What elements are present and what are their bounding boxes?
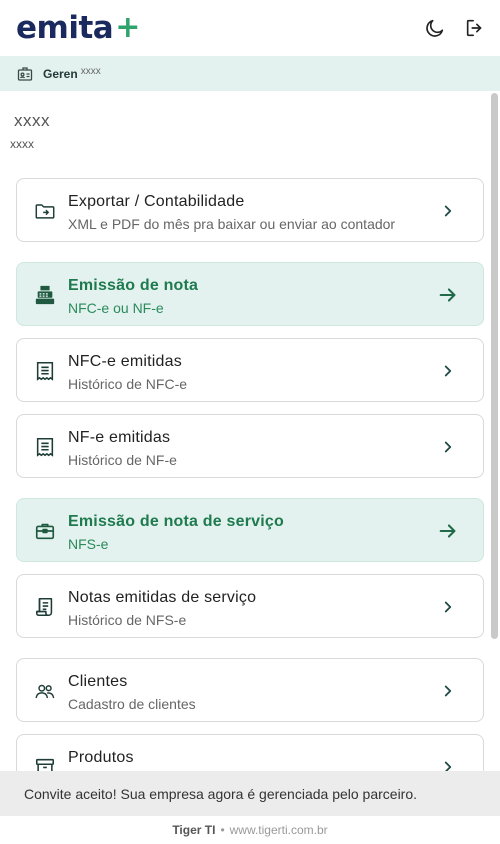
arrow-right-icon	[437, 284, 459, 306]
main-content: xxxx xxxx Exportar / Contabilidade XML e…	[0, 91, 500, 771]
menu-card-title: Emissão de nota de serviço	[68, 513, 284, 530]
menu-card-title: Emissão de nota	[68, 277, 199, 294]
menu-card-subtitle: NFS-e	[68, 536, 109, 552]
menu-card-subtitle: Cadastro de clientes	[68, 696, 196, 712]
menu-card-subtitle: Histórico de NF-e	[68, 452, 177, 468]
menu-card-title: Notas emitidas de serviço	[68, 589, 257, 606]
top-header: emita +	[0, 0, 500, 56]
scrollbar[interactable]	[491, 93, 498, 639]
menu-card-title: Clientes	[68, 673, 128, 690]
arrow-right-icon	[437, 520, 459, 542]
company-subtitle: xxxx	[10, 137, 34, 151]
menu-card-clientes[interactable]: Clientes Cadastro de clientes	[16, 658, 484, 722]
cash-register-icon	[34, 284, 56, 306]
box-icon	[34, 756, 56, 771]
menu-card-subtitle: NFC-e ou NF-e	[68, 300, 164, 316]
moon-icon	[426, 19, 444, 37]
theme-toggle-button[interactable]	[422, 15, 448, 41]
menu-card-title: NFC-e emitidas	[68, 353, 182, 370]
menu-card-nfe-emitidas[interactable]: NF-e emitidas Histórico de NF-e	[16, 414, 484, 478]
chevron-right-icon	[437, 596, 459, 618]
receipt-list-icon	[34, 360, 56, 382]
toast-notification: Convite aceito! Sua empresa agora é gere…	[0, 771, 500, 816]
app-page: emita + Geren xxxx xxxx xxxx Exportar / C…	[0, 0, 500, 844]
header-actions	[422, 15, 488, 41]
menu-card-title: NF-e emitidas	[68, 429, 171, 446]
menu-card-notas-servico[interactable]: Notas emitidas de serviço Histórico de N…	[16, 574, 484, 638]
logo-text: emita	[16, 9, 114, 46]
logout-icon	[466, 19, 482, 37]
menu-card-subtitle: Histórico de NFS-e	[68, 612, 187, 628]
menu-card-exportar[interactable]: Exportar / Contabilidade XML e PDF do mê…	[16, 178, 484, 242]
logout-button[interactable]	[462, 15, 488, 41]
role-label: Geren	[43, 66, 78, 81]
briefcase-icon	[34, 520, 56, 542]
menu-card-subtitle: Histórico de NFC-e	[68, 376, 188, 392]
company-name: xxxx	[14, 111, 50, 130]
menu-card-emissao-servico[interactable]: Emissão de nota de serviço NFS-e	[16, 498, 484, 562]
users-icon	[34, 680, 56, 702]
footer-brand: Tiger TI	[172, 823, 216, 837]
menu-card-title: Produtos	[68, 749, 134, 766]
footer-url-link[interactable]: www.tigerti.com.br	[230, 823, 328, 837]
role-bar: Geren xxxx	[0, 56, 500, 91]
footer-separator: •	[220, 823, 225, 837]
footer: Tiger TI • www.tigerti.com.br	[0, 816, 500, 844]
folder-export-icon	[34, 200, 56, 222]
logo-plus: +	[115, 9, 140, 45]
menu-card-title: Exportar / Contabilidade	[68, 193, 245, 210]
menu-card-produtos[interactable]: Produtos	[16, 734, 484, 771]
id-badge-icon	[17, 66, 33, 82]
document-icon	[34, 596, 56, 618]
chevron-right-icon	[437, 200, 459, 222]
receipt-list-icon	[34, 436, 56, 458]
logo: emita +	[16, 9, 140, 46]
chevron-right-icon	[437, 756, 459, 771]
menu-card-emissao-nota[interactable]: Emissão de nota NFC-e ou NF-e	[16, 262, 484, 326]
chevron-right-icon	[437, 680, 459, 702]
menu-card-subtitle: XML e PDF do mês pra baixar ou enviar ao…	[68, 216, 396, 232]
toast-message: Convite aceito! Sua empresa agora é gere…	[24, 785, 418, 802]
role-name: xxxx	[80, 66, 101, 77]
menu-card-nfce-emitidas[interactable]: NFC-e emitidas Histórico de NFC-e	[16, 338, 484, 402]
chevron-right-icon	[437, 436, 459, 458]
chevron-right-icon	[437, 360, 459, 382]
